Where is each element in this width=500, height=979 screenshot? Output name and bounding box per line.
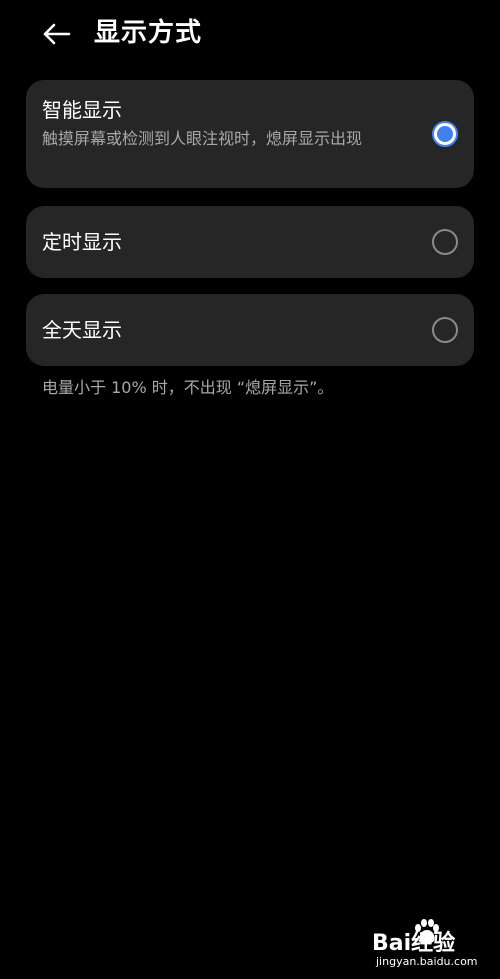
page-title: 显示方式 bbox=[94, 18, 203, 48]
watermark-url: jingyan.baidu.com bbox=[376, 955, 478, 968]
option-timed-display[interactable]: 定时显示 bbox=[26, 206, 474, 278]
option-description: 触摸屏幕或检测到人眼注视时，熄屏显示出现 bbox=[42, 129, 363, 148]
watermark: Bai经验 jingyan.baidu.com bbox=[372, 919, 492, 975]
option-title: 定时显示 bbox=[42, 230, 122, 254]
watermark-brand: Bai经验 bbox=[372, 931, 456, 956]
radio-button[interactable] bbox=[432, 229, 458, 255]
arrow-left-icon bbox=[43, 23, 71, 45]
app-header: 显示方式 bbox=[0, 0, 500, 70]
option-title: 全天显示 bbox=[42, 318, 122, 342]
back-button[interactable] bbox=[38, 16, 74, 52]
option-title: 智能显示 bbox=[42, 98, 122, 122]
battery-footnote: 电量小于 10% 时，不出现 “熄屏显示”。 bbox=[42, 378, 334, 397]
radio-button-selected[interactable] bbox=[432, 121, 458, 147]
option-smart-display[interactable]: 智能显示 触摸屏幕或检测到人眼注视时，熄屏显示出现 bbox=[26, 80, 474, 188]
option-all-day-display[interactable]: 全天显示 bbox=[26, 294, 474, 366]
radio-button[interactable] bbox=[432, 317, 458, 343]
